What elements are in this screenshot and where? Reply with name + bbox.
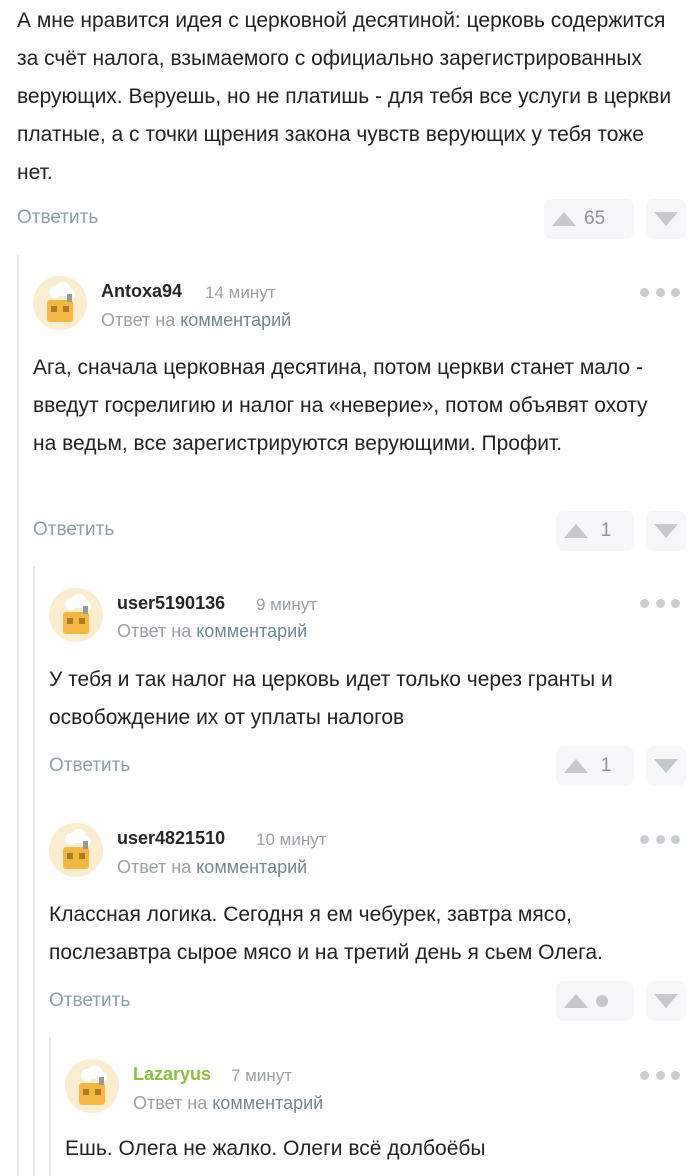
triangle-up-icon [552, 212, 576, 226]
vote-down-button[interactable] [646, 746, 686, 786]
comment-time: 14 минут [205, 283, 276, 302]
comment-text: Ага, сначала церковная десятина, потом ц… [33, 356, 648, 455]
reply-to-prefix: Ответ на [101, 310, 176, 330]
vote-up-button[interactable] [556, 511, 596, 551]
comment-text: Ешь. Олега не жалко. Олеги всё долбоёбы [65, 1137, 486, 1160]
triangle-down-icon [654, 759, 678, 773]
reply-to-line: Ответ на комментарий [117, 857, 307, 878]
vote-up-button[interactable] [556, 746, 596, 786]
avatar[interactable] [33, 276, 87, 330]
vote-down-button[interactable] [646, 981, 686, 1021]
rating-count: 65 [584, 208, 606, 229]
reply-to-line: Ответ на комментарий [133, 1093, 323, 1114]
rating-count: 1 [600, 520, 612, 541]
more-dots-icon[interactable] [640, 1068, 680, 1082]
reply-to-link[interactable]: комментарий [196, 857, 307, 877]
vote-up-button[interactable] [544, 199, 584, 239]
triangle-down-icon [654, 524, 678, 538]
triangle-up-icon [564, 524, 588, 538]
reply-to-prefix: Ответ на [117, 857, 192, 877]
avatar[interactable] [65, 1059, 119, 1113]
triangle-up-icon [564, 759, 588, 773]
reply-to-prefix: Ответ на [117, 621, 192, 641]
reply-button[interactable]: Ответить [17, 207, 98, 229]
thread-branch-line [49, 1037, 51, 1176]
triangle-up-icon [564, 994, 588, 1008]
vote-up-button[interactable] [556, 981, 596, 1021]
thread-branch-line [17, 255, 19, 1176]
reply-to-link[interactable]: комментарий [180, 310, 291, 330]
reply-to-link[interactable]: комментарий [196, 621, 307, 641]
vote-up-box [556, 981, 634, 1021]
vote-up-box: 1 [556, 746, 634, 786]
comment-text: У тебя и так налог на церковь идет тольк… [49, 668, 613, 729]
rating-hidden-dot [596, 995, 608, 1007]
default-avatar-icon [65, 1059, 119, 1113]
reply-to-link[interactable]: комментарий [212, 1093, 323, 1113]
reply-button[interactable]: Ответить [49, 755, 130, 777]
comment-time: 10 минут [256, 830, 327, 849]
vote-up-box: 1 [556, 511, 634, 551]
more-dots-icon[interactable] [640, 596, 680, 610]
comment-time: 7 минут [231, 1066, 293, 1085]
avatar[interactable] [49, 823, 103, 877]
username[interactable]: user4821510 [117, 828, 225, 849]
vote-down-button[interactable] [646, 511, 686, 551]
triangle-down-icon [654, 994, 678, 1008]
username[interactable]: Lazaryus [133, 1064, 211, 1085]
more-dots-icon[interactable] [640, 285, 680, 299]
comment-time: 9 минут [256, 595, 318, 614]
vote-down-button[interactable] [646, 199, 686, 239]
username[interactable]: Antoxa94 [101, 281, 182, 302]
reply-button[interactable]: Ответить [49, 990, 130, 1012]
triangle-down-icon [654, 212, 678, 226]
more-dots-icon[interactable] [640, 832, 680, 846]
reply-to-line: Ответ на комментарий [101, 310, 291, 331]
username[interactable]: user5190136 [117, 593, 225, 614]
comment-text: Классная логика. Сегодня я ем чебурек, з… [49, 903, 603, 964]
reply-to-line: Ответ на комментарий [117, 621, 307, 642]
avatar[interactable] [49, 588, 103, 642]
default-avatar-icon [49, 823, 103, 877]
default-avatar-icon [33, 276, 87, 330]
reply-to-prefix: Ответ на [133, 1093, 208, 1113]
comment-text: А мне нравится идея с церковной десятино… [17, 9, 672, 184]
vote-up-box: 65 [544, 199, 634, 239]
rating-count: 1 [600, 755, 612, 776]
default-avatar-icon [49, 588, 103, 642]
reply-button[interactable]: Ответить [33, 519, 114, 541]
thread-branch-line [33, 566, 35, 1176]
